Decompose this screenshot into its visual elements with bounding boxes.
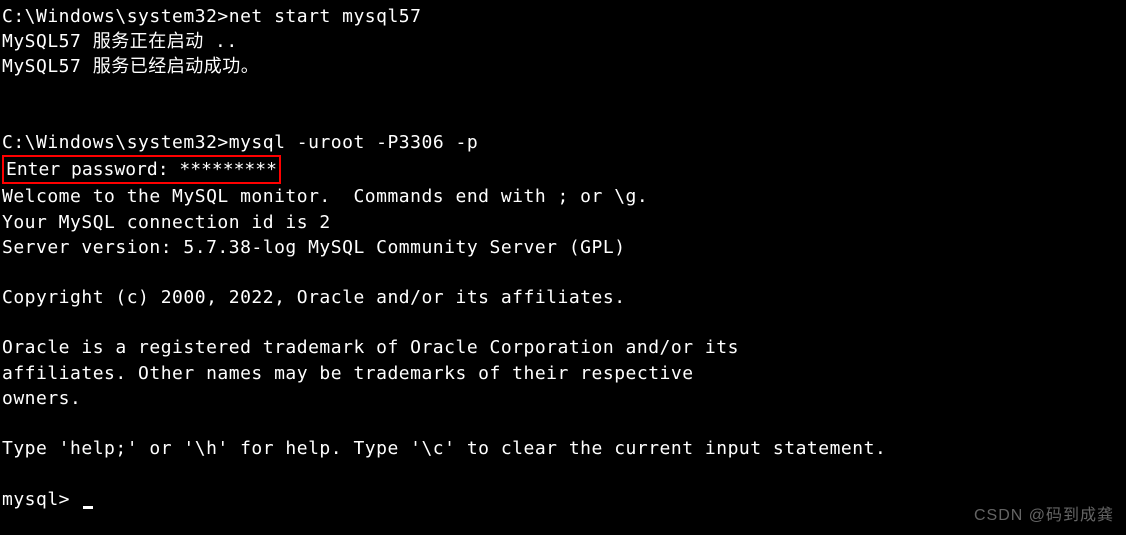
blank-line bbox=[2, 80, 1126, 105]
terminal-line-server-version: Server version: 5.7.38-log MySQL Communi… bbox=[2, 235, 1126, 260]
terminal-line-trademark-2: affiliates. Other names may be trademark… bbox=[2, 361, 1126, 386]
terminal-line-connection-id: Your MySQL connection id is 2 bbox=[2, 210, 1126, 235]
mysql-prompt-line[interactable]: mysql> bbox=[2, 487, 1126, 512]
mysql-prompt: mysql> bbox=[2, 489, 81, 510]
command-text: net start mysql57 bbox=[229, 6, 422, 27]
terminal-line-service-starting: MySQL57 服务正在启动 .. bbox=[2, 29, 1126, 54]
blank-line bbox=[2, 260, 1126, 285]
prompt-path: C:\Windows\system32> bbox=[2, 6, 229, 27]
blank-line bbox=[2, 411, 1126, 436]
watermark-text: CSDN @码到成龚 bbox=[974, 505, 1114, 527]
terminal-line-trademark-3: owners. bbox=[2, 386, 1126, 411]
terminal-line-net-start: C:\Windows\system32>net start mysql57 bbox=[2, 4, 1126, 29]
blank-line bbox=[2, 461, 1126, 486]
terminal-line-trademark-1: Oracle is a registered trademark of Orac… bbox=[2, 335, 1126, 360]
terminal-line-copyright: Copyright (c) 2000, 2022, Oracle and/or … bbox=[2, 285, 1126, 310]
command-text: mysql -uroot -P3306 -p bbox=[229, 132, 478, 153]
terminal-line-help: Type 'help;' or '\h' for help. Type '\c'… bbox=[2, 436, 1126, 461]
terminal-line-service-started: MySQL57 服务已经启动成功。 bbox=[2, 54, 1126, 79]
blank-line bbox=[2, 105, 1126, 130]
password-prompt-line: Enter password: ********* bbox=[2, 155, 281, 184]
blank-line bbox=[2, 310, 1126, 335]
prompt-path: C:\Windows\system32> bbox=[2, 132, 229, 153]
cursor-icon bbox=[83, 506, 93, 509]
terminal-line-welcome: Welcome to the MySQL monitor. Commands e… bbox=[2, 184, 1126, 209]
password-highlight-box: Enter password: ********* bbox=[2, 155, 1126, 184]
terminal-line-mysql-login: C:\Windows\system32>mysql -uroot -P3306 … bbox=[2, 130, 1126, 155]
